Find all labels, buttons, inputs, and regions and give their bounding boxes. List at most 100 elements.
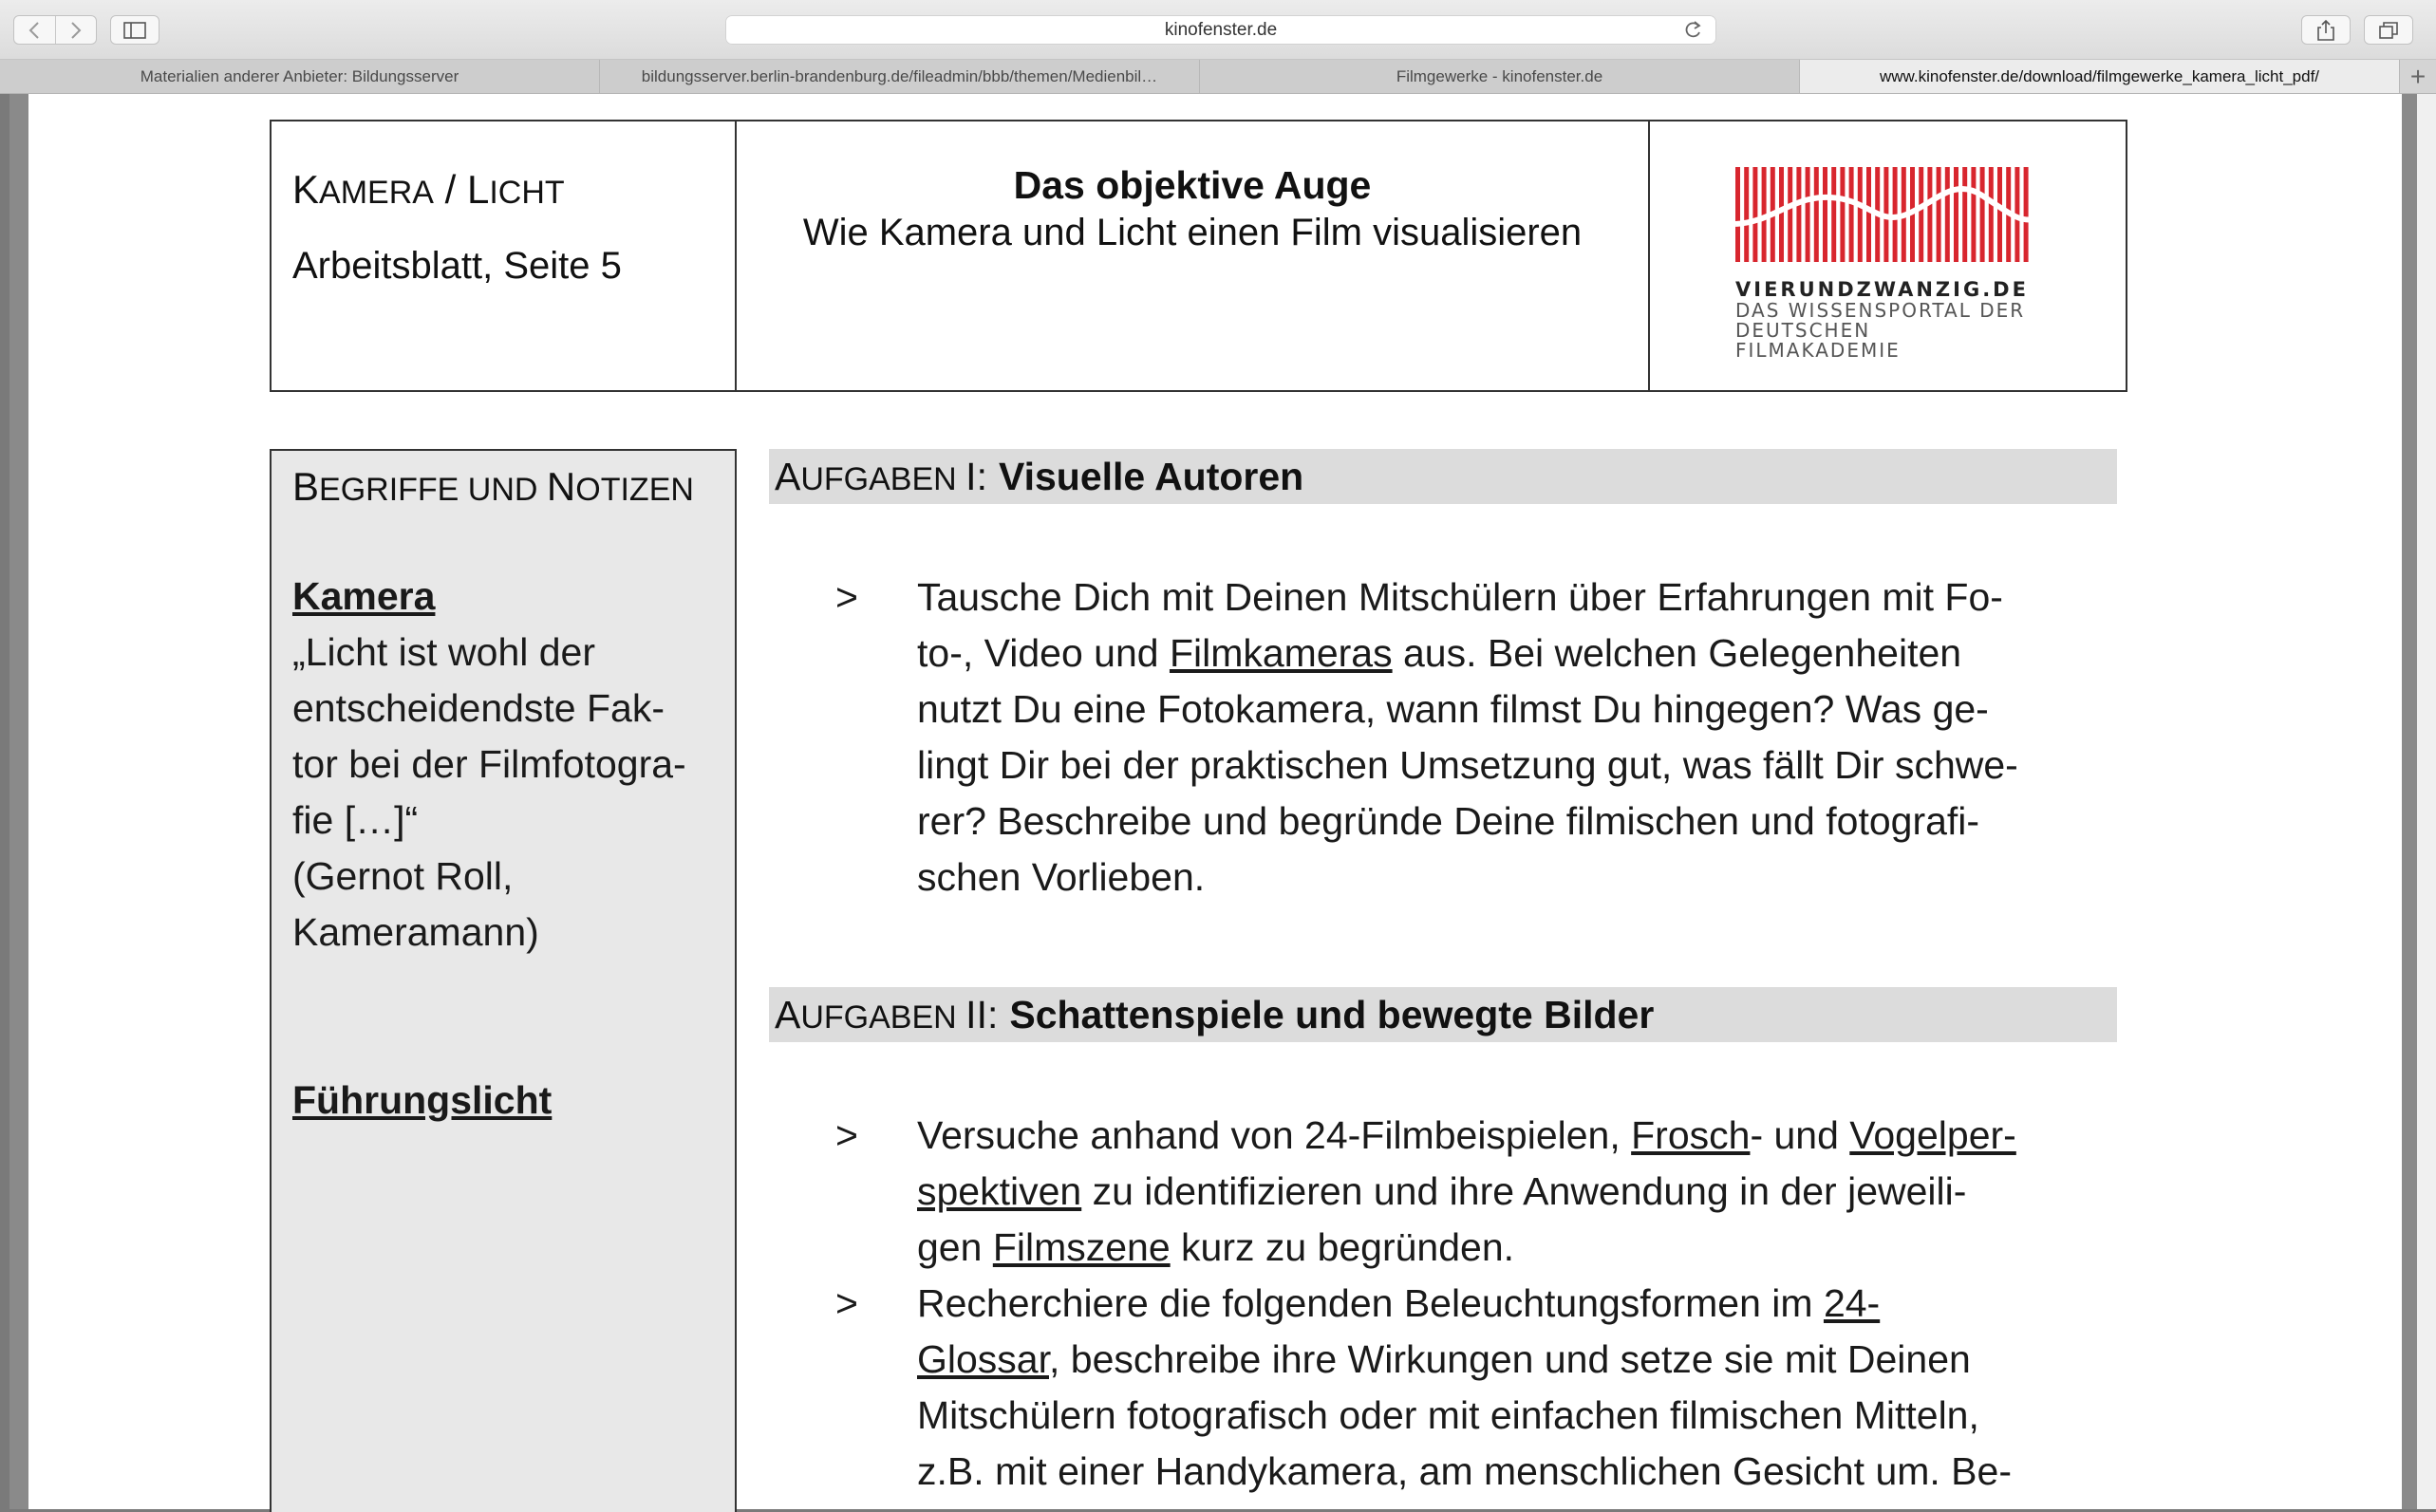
text-run: zu identifizieren und ihre Anwendung in … (1081, 1169, 1967, 1213)
text-line: to-, Video und Filmkameras aus. Bei welc… (917, 625, 2127, 681)
logo-bar (1788, 167, 1793, 262)
vierundzwanzig-logo: VIERUNDZWANZIG.DE DAS WISSENSPORTAL DER … (1734, 167, 2035, 361)
quote-line: fie […]“ (292, 798, 419, 842)
chevron-right-icon (71, 21, 82, 39)
text-line: Glossar, beschreibe ihre Wirkungen und s… (917, 1332, 2127, 1388)
header-section-cell: KAMERA / LICHT Arbeitsblatt, Seite 5 (272, 121, 737, 390)
list-item: > Versuche anhand von 24-Filmbeispielen,… (835, 1108, 2127, 1276)
browser-toolbar: kinofenster.de (0, 0, 2436, 60)
text-line: nutzt Du eine Fotokamera, wann filmst Du… (917, 687, 1989, 731)
arrow-bullet: > (835, 1281, 858, 1325)
logo-bar (1988, 167, 1994, 262)
text-run: aus. Bei welchen Gelegenheiten (1392, 631, 1962, 675)
notes-heading: BEGRIFFE UND NOTIZEN (292, 464, 735, 510)
task-heading-2: AUFGABEN II: Schattenspiele und bewegte … (769, 987, 2117, 1042)
task-label: AUFGABEN I: (775, 455, 987, 499)
text-line: z.B. mit einer Handykamera, am menschlic… (917, 1449, 2012, 1493)
text-run: gen (917, 1225, 993, 1269)
worksheet-header: KAMERA / LICHT Arbeitsblatt, Seite 5 Das… (270, 120, 2127, 392)
nav-buttons (13, 15, 97, 45)
link-24-glossar[interactable]: 24- (1824, 1281, 1880, 1325)
text-line: Versuche anhand von 24-Filmbeispielen, F… (917, 1108, 2127, 1164)
logo-bar (1823, 167, 1827, 262)
quote-line: (Gernot Roll, (292, 854, 514, 898)
task-numeral: I: (965, 454, 987, 498)
section-rest: ICHT (489, 175, 565, 211)
tab-berlin-brandenburg[interactable]: bildungsserver.berlin-brandenburg.de/fil… (600, 60, 1200, 93)
logo-bars-graphic (1734, 167, 2035, 262)
task-heading-1: AUFGABEN I: Visuelle Autoren (769, 449, 2117, 504)
quote-line: entscheidendste Fak- (292, 686, 665, 730)
link-24-glossar[interactable]: Glossar (917, 1337, 1049, 1381)
back-button[interactable] (14, 16, 55, 44)
logo-bar (1919, 167, 1924, 262)
logo-tagline: DAS WISSENSPORTAL DER (1735, 299, 2026, 322)
show-tabs-button[interactable] (2364, 15, 2413, 45)
chevron-left-icon (28, 21, 39, 39)
header-title-cell: Das objektive Auge Wie Kamera und Licht … (737, 121, 1650, 390)
logo-bar (1954, 167, 1958, 262)
text-run: Versuche anhand von 24-Filmbeispielen, (917, 1113, 1632, 1157)
task-title: Schattenspiele und bewegte Bilder (1009, 992, 1655, 1036)
share-button[interactable] (2301, 15, 2351, 45)
text-line: rer? Beschreibe und begründe Deine filmi… (917, 799, 1980, 843)
text-run: , beschreibe ihre Wirkungen und setze si… (1049, 1337, 1971, 1381)
text-run: Recherchiere die folgenden Beleuchtungsf… (917, 1281, 1824, 1325)
logo-bar (1979, 167, 1985, 262)
logo-bar (1866, 167, 1871, 262)
logo-bar (1857, 167, 1863, 262)
term-kamera: Kamera (292, 574, 436, 618)
section-letter: K (292, 167, 320, 212)
worksheet-title: Das objektive Auge (1013, 163, 1372, 207)
task-label-rest: UFGABEN (800, 460, 966, 497)
link-frosch[interactable]: Frosch (1631, 1113, 1750, 1157)
link-vogelperspektiven[interactable]: spektiven (917, 1169, 1081, 1213)
link-filmszene[interactable]: Filmszene (993, 1225, 1171, 1269)
tab-bildungsserver[interactable]: Materialien anderer Anbieter: Bildungsse… (0, 60, 600, 93)
tab-kamera-licht-pdf[interactable]: www.kinofenster.de/download/filmgewerke_… (1800, 60, 2400, 93)
heading-letter: B (292, 464, 320, 509)
bullet-text: Recherchiere die folgenden Beleuchtungsf… (917, 1276, 2127, 1500)
sidebar-icon (123, 21, 146, 39)
logo-bar (1796, 167, 1802, 262)
section-letter: L (466, 167, 490, 212)
text-line: gen Filmszene kurz zu begründen. (917, 1220, 2127, 1276)
reload-icon[interactable] (1682, 20, 1703, 41)
task-label: AUFGABEN II: (775, 993, 998, 1037)
task-label-letter: A (775, 454, 801, 498)
address-bar[interactable]: kinofenster.de (725, 15, 1716, 45)
quote-line: Kameramann) (292, 910, 539, 954)
logo-bar (2023, 167, 2029, 262)
scrollbar-track[interactable] (2417, 94, 2436, 1509)
section-label: KAMERA / LICHT (292, 167, 735, 213)
sidebar-toggle-button[interactable] (110, 15, 159, 45)
tab-bar: Materialien anderer Anbieter: Bildungsse… (0, 60, 2436, 94)
list-item: > Recherchiere die folgenden Beleuchtung… (835, 1276, 2127, 1500)
logo-bar (1813, 167, 1819, 262)
logo-title: VIERUNDZWANZIG.DE (1735, 278, 2029, 301)
text-line: schen Vorlieben. (917, 855, 1206, 899)
text-line: Mitschülern fotografisch oder mit einfac… (917, 1393, 1979, 1437)
task-label-rest: UFGABEN (800, 999, 966, 1036)
logo-bar (1848, 167, 1854, 262)
tabs-overview-icon (2379, 21, 2398, 39)
tab-filmgewerke[interactable]: Filmgewerke - kinofenster.de (1200, 60, 1800, 93)
logo-bar (1805, 167, 1810, 262)
task-numeral: II: (965, 992, 999, 1036)
logo-bar (1971, 167, 1977, 262)
arrow-bullet: > (835, 1113, 858, 1157)
task-label-letter: A (775, 992, 801, 1036)
link-vogelperspektiven[interactable]: Vogelper- (1849, 1113, 2016, 1157)
quote-line: tor bei der Filmfotogra- (292, 742, 686, 786)
forward-button[interactable] (54, 16, 97, 44)
section-separator: / (433, 167, 467, 212)
new-tab-button[interactable]: + (2400, 60, 2436, 93)
task-2-list: > Versuche anhand von 24-Filmbeispielen,… (835, 1108, 2127, 1500)
section-rest: AMERA (319, 175, 434, 211)
worksheet-subtitle: Wie Kamera und Licht einen Film visualis… (802, 212, 1583, 253)
heading-letter: N (546, 464, 576, 509)
link-filmkameras[interactable]: Filmkameras (1170, 631, 1393, 675)
logo-bar (1752, 167, 1758, 262)
text-run: - und (1750, 1113, 1850, 1157)
logo-bar (1944, 167, 1950, 262)
